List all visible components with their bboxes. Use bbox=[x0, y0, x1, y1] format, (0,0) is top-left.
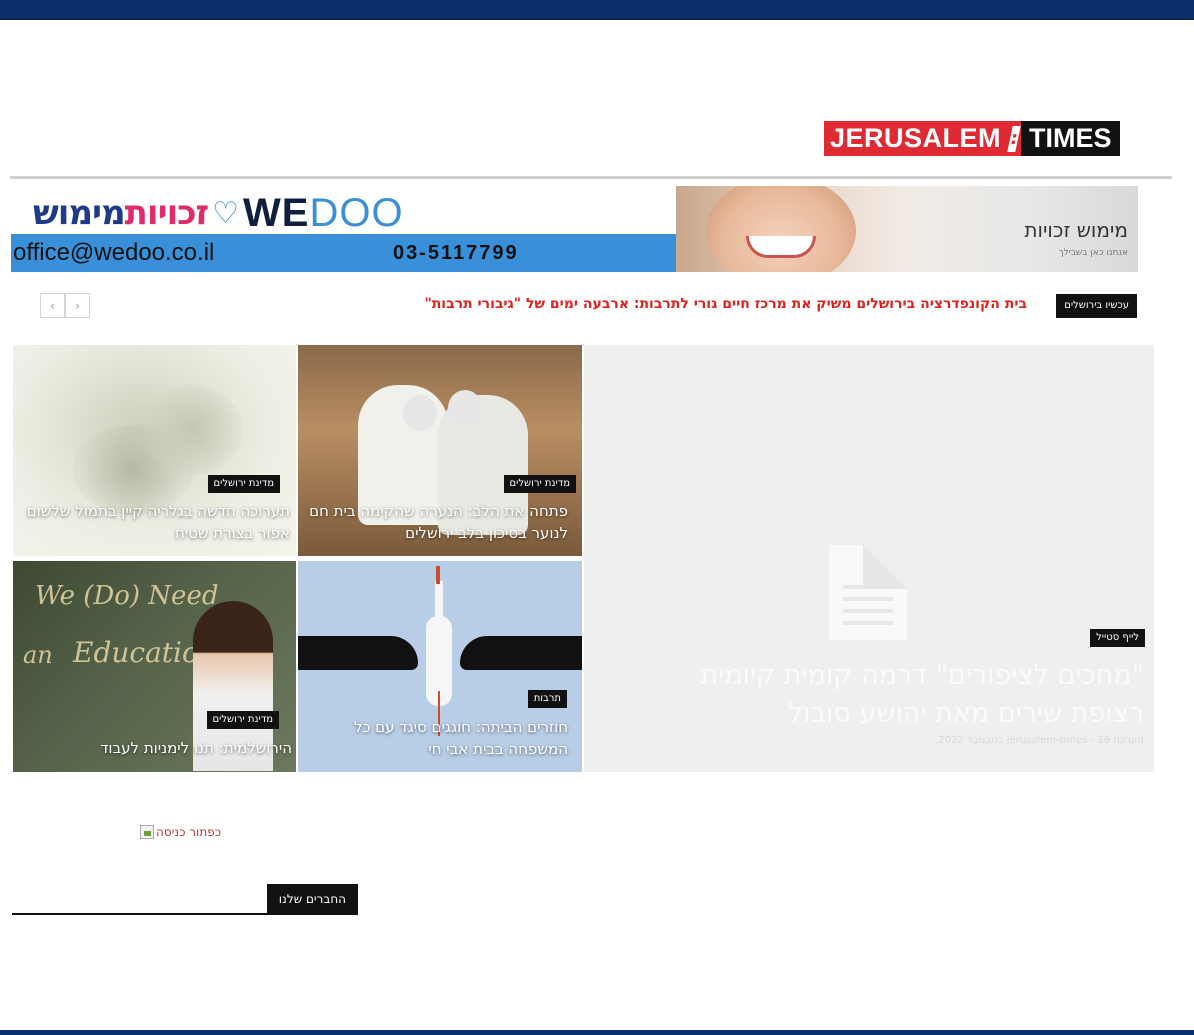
photo-stork bbox=[436, 566, 440, 584]
ticker-headline[interactable]: בית הקונפדרציה בירושלים משיק את מרכז חיי… bbox=[424, 296, 1027, 312]
photo-smoke bbox=[143, 385, 243, 475]
article-meta: מערכת jerusalem-times - 16 בנובמבר 2022 bbox=[938, 735, 1144, 746]
article-title[interactable]: תערוכה חדשה בגלריה קיין בתמול שלשום אפור… bbox=[18, 500, 290, 544]
header-divider bbox=[10, 176, 1172, 179]
article-title[interactable]: פתחה את הלב: הנערה שהקימה בית חם לנוער ב… bbox=[306, 500, 568, 544]
article-tile[interactable]: מדינת ירושלים פתחה את הלב: הנערה שהקימה … bbox=[298, 345, 582, 556]
main-article-title[interactable]: "מחכים לציפורים" דרמה קומית קיומית רצופת… bbox=[674, 657, 1144, 733]
banner-face-image bbox=[706, 186, 856, 272]
heart-icon: ♡ bbox=[212, 195, 240, 231]
document-placeholder-icon bbox=[829, 545, 907, 640]
banner-brand: זכויותמימוש ♡ WEDOO bbox=[33, 190, 404, 235]
article-tile[interactable]: We (Do) Need Education an מדינת ירושלים … bbox=[13, 561, 296, 772]
banner-smile bbox=[746, 236, 816, 258]
footer-bar bbox=[0, 1030, 1194, 1035]
featured-grid: לייף סטייל "מחכים לציפורים" דרמה קומית ק… bbox=[13, 345, 1154, 772]
article-title[interactable]: חוזרים הביתה: חוגגים סיגד עם כל המשפחה ב… bbox=[306, 716, 568, 760]
article-tile[interactable]: מדינת ירושלים תערוכה חדשה בגלריה קיין בת… bbox=[13, 345, 296, 556]
article-tile[interactable]: תרבות חוזרים הביתה: חוגגים סיגד עם כל המ… bbox=[298, 561, 582, 772]
face-blur bbox=[403, 395, 437, 431]
category-badge[interactable]: מדינת ירושלים bbox=[206, 711, 279, 729]
banner-heb-brand: זכויותמימוש bbox=[33, 193, 209, 233]
banner-photo: מימוש זכויות אנחנו כאן בשבילך bbox=[676, 186, 1138, 272]
tiny-mark bbox=[8, 168, 64, 176]
photo-wing bbox=[460, 636, 582, 670]
category-badge[interactable]: מדינת ירושלים bbox=[207, 475, 280, 493]
ticker-nav: ‹ › bbox=[40, 293, 90, 318]
banner-right-title: מימוש זכויות bbox=[1024, 218, 1128, 242]
banner-email: office@wedoo.co.il bbox=[13, 239, 215, 266]
friends-heading: החברים שלנו bbox=[266, 884, 358, 915]
banner-contact-strip: office@wedoo.co.il 03-5117799 bbox=[11, 234, 676, 272]
photo-wing bbox=[298, 636, 418, 670]
login-alt-text: כפתור כניסה bbox=[156, 825, 222, 839]
banner-right-subtitle: אנחנו כאן בשבילך bbox=[1058, 248, 1128, 258]
photo-stork bbox=[435, 581, 443, 621]
banner-wedoo-logo: WEDOO bbox=[243, 190, 404, 235]
banner-left: זכויותמימוש ♡ WEDOO office@wedoo.co.il 0… bbox=[11, 186, 676, 272]
ad-banner[interactable]: זכויותמימוש ♡ WEDOO office@wedoo.co.il 0… bbox=[11, 186, 1138, 272]
chevron-left-icon[interactable]: ‹ bbox=[40, 293, 65, 318]
photo-chalk: We (Do) Need bbox=[35, 581, 219, 611]
category-badge[interactable]: מדינת ירושלים bbox=[503, 475, 576, 493]
logo-times-text: TIMES bbox=[1021, 121, 1120, 156]
chevron-right-icon[interactable]: › bbox=[65, 293, 90, 318]
top-nav-bar bbox=[0, 0, 1194, 20]
banner-phone: 03-5117799 bbox=[393, 241, 519, 264]
ticker-label: עכשיו בירושלים bbox=[1056, 294, 1137, 318]
article-title[interactable]: הירושלמית: תנו לימניות לעבוד bbox=[20, 737, 292, 759]
friends-section: החברים שלנו bbox=[12, 884, 358, 915]
logo-jerusalem-text: JERUSALEM bbox=[824, 121, 1008, 156]
broken-image-icon bbox=[140, 825, 154, 839]
category-badge[interactable]: לייף סטייל bbox=[1090, 629, 1145, 647]
login-button[interactable]: כפתור כניסה bbox=[140, 825, 221, 839]
face-blur bbox=[448, 390, 482, 426]
photo-chalk: an bbox=[23, 641, 53, 669]
featured-main-tile[interactable]: לייף סטייל "מחכים לציפורים" דרמה קומית ק… bbox=[584, 345, 1154, 772]
site-logo[interactable]: JERUSALEM : TIMES bbox=[824, 121, 1120, 156]
news-ticker: ‹ › בית הקונפדרציה בירושלים משיק את מרכז… bbox=[40, 293, 1137, 320]
logo-separator: : bbox=[1007, 121, 1022, 156]
category-badge[interactable]: תרבות bbox=[527, 690, 567, 708]
